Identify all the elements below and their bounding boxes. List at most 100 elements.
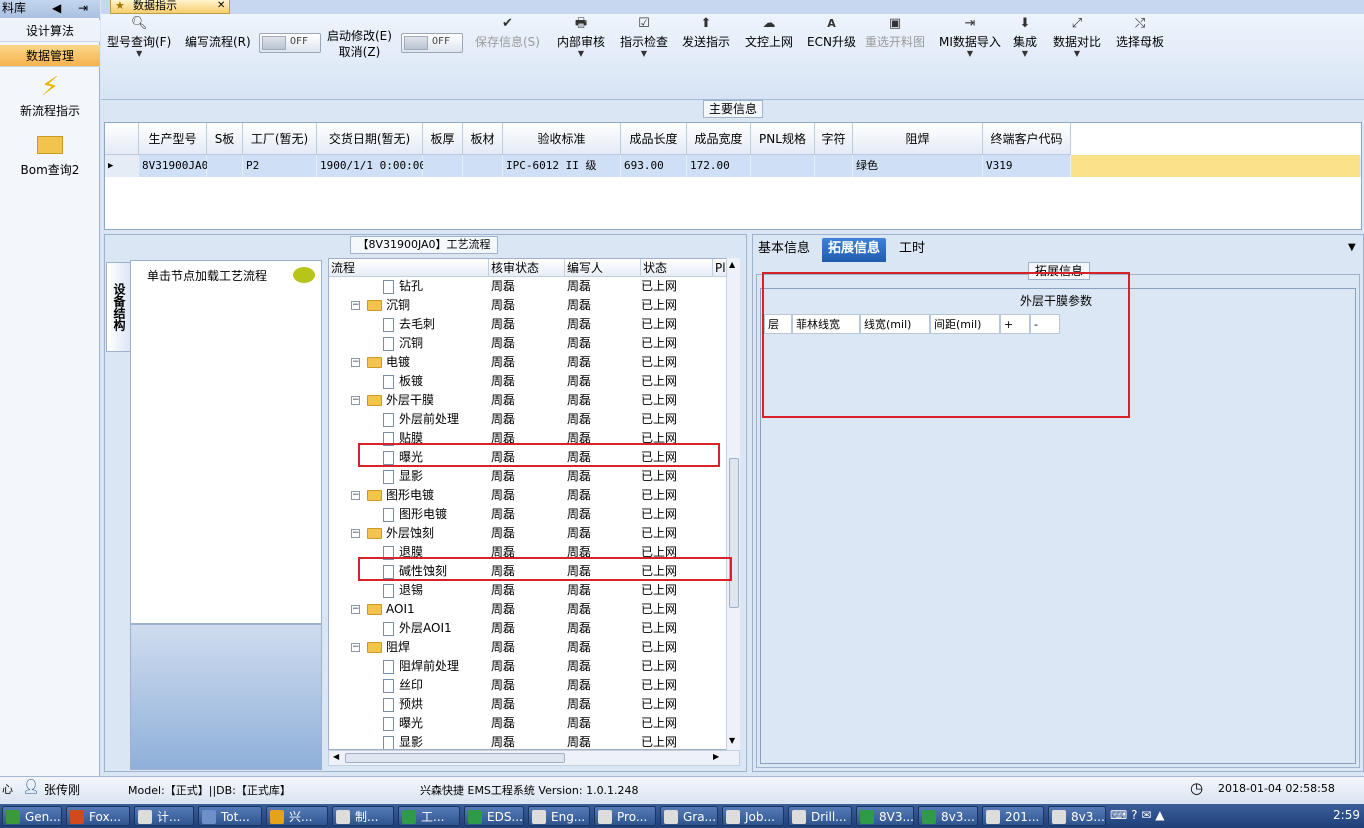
tree-row[interactable]: − 电镀 周磊 周磊 已上网 — [329, 353, 729, 372]
tree-cell-status[interactable]: 已上网 — [641, 676, 677, 695]
taskbar-button[interactable]: 8v3... — [918, 806, 978, 826]
tree-cell-review[interactable]: 周磊 — [491, 410, 515, 429]
tree-cell-status[interactable]: 已上网 — [641, 486, 677, 505]
tree-node[interactable]: 图形电镀 — [383, 505, 447, 524]
tree-cell-status[interactable]: 已上网 — [641, 524, 677, 543]
taskbar-button[interactable]: 计... — [134, 806, 194, 826]
tree-cell-review[interactable]: 周磊 — [491, 467, 515, 486]
tree-cell-review[interactable]: 周磊 — [491, 619, 515, 638]
taskbar-clock[interactable]: 2:59 — [1270, 808, 1360, 822]
tray-icons[interactable]: ⌨ ? ✉ ▲ — [1110, 808, 1164, 822]
tree-cell-writer[interactable]: 周磊 — [567, 391, 591, 410]
tree-row[interactable]: 曝光 周磊 周磊 已上网 — [329, 714, 729, 733]
tree-cell-writer[interactable]: 周磊 — [567, 410, 591, 429]
collapse-icon[interactable]: − — [351, 301, 360, 310]
column-header[interactable]: 流程 — [329, 259, 489, 277]
tree-cell-review[interactable]: 周磊 — [491, 448, 515, 467]
column-header[interactable]: 工厂(暂无) — [243, 123, 317, 155]
new-process-shortcut[interactable]: ⚡ 新流程指示 — [0, 72, 100, 119]
tree-cell-status[interactable]: 已上网 — [641, 353, 677, 372]
tree-cell-status[interactable]: 已上网 — [641, 391, 677, 410]
tree-cell-writer[interactable]: 周磊 — [567, 695, 591, 714]
taskbar-button[interactable]: EDS... — [464, 806, 524, 826]
taskbar-button[interactable]: Job... — [722, 806, 784, 826]
tree-cell-writer[interactable]: 周磊 — [567, 334, 591, 353]
tree-node[interactable]: 退膜 — [383, 543, 423, 562]
column-header[interactable]: S板 — [207, 123, 243, 155]
tree-cell-review[interactable]: 周磊 — [491, 334, 515, 353]
tree-cell-writer[interactable]: 周磊 — [567, 486, 591, 505]
tree-node[interactable]: 曝光 — [383, 448, 423, 467]
tree-cell-review[interactable]: 周磊 — [491, 277, 515, 296]
tree-cell-status[interactable]: 已上网 — [641, 714, 677, 733]
remove-row-button[interactable]: - — [1030, 314, 1060, 334]
ecn-upgrade-button[interactable]: A ECN升级 — [807, 14, 856, 50]
cell-model[interactable]: 8V31900JA0 — [139, 155, 208, 177]
taskbar-button[interactable]: Drill... — [788, 806, 852, 826]
tree-node[interactable]: 贴膜 — [383, 429, 423, 448]
tree-node[interactable]: 沉铜 — [383, 334, 423, 353]
instruction-check-button[interactable]: ☑ 指示检查 ▼ — [620, 14, 668, 58]
tree-cell-writer[interactable]: 周磊 — [567, 505, 591, 524]
tree-cell-status[interactable]: 已上网 — [641, 657, 677, 676]
taskbar-button[interactable]: Gra... — [660, 806, 718, 826]
tree-row[interactable]: 丝印 周磊 周磊 已上网 — [329, 676, 729, 695]
tree-node[interactable]: 丝印 — [383, 676, 423, 695]
tree-cell-writer[interactable]: 周磊 — [567, 657, 591, 676]
tree-row[interactable]: 显影 周磊 周磊 已上网 — [329, 467, 729, 486]
tree-cell-writer[interactable]: 周磊 — [567, 676, 591, 695]
tree-node[interactable]: − 外层蚀刻 — [351, 524, 434, 543]
tree-row[interactable]: 钻孔 周磊 周磊 已上网 — [329, 277, 729, 296]
taskbar-button[interactable]: 8V3... — [856, 806, 914, 826]
column-header[interactable]: 交货日期(暂无) — [317, 123, 423, 155]
tree-node[interactable]: 去毛刺 — [383, 315, 435, 334]
tree-cell-review[interactable]: 周磊 — [491, 676, 515, 695]
tree-cell-review[interactable]: 周磊 — [491, 486, 515, 505]
tree-cell-writer[interactable]: 周磊 — [567, 372, 591, 391]
panel-menu-icon[interactable]: ▼ — [1348, 242, 1356, 253]
tree-cell-writer[interactable]: 周磊 — [567, 524, 591, 543]
cell-s-board[interactable] — [207, 155, 243, 177]
tree-cell-writer[interactable]: 周磊 — [567, 600, 591, 619]
tree-row[interactable]: 显影 周磊 周磊 已上网 — [329, 733, 729, 749]
mi-data-import-button[interactable]: ⇥ MI数据导入 ▼ — [939, 14, 1001, 58]
tree-cell-writer[interactable]: 周磊 — [567, 315, 591, 334]
tree-row[interactable]: 板镀 周磊 周磊 已上网 — [329, 372, 729, 391]
internal-review-button[interactable]: 🖶 内部审核 ▼ — [557, 14, 605, 58]
add-row-button[interactable]: + — [1000, 314, 1030, 334]
cell-width[interactable]: 172.00 — [687, 155, 751, 177]
tree-cell-writer[interactable]: 周磊 — [567, 562, 591, 581]
tree-node[interactable]: − AOI1 — [351, 600, 415, 619]
tree-cell-status[interactable]: 已上网 — [641, 543, 677, 562]
tree-row[interactable]: − 阻焊 周磊 周磊 已上网 — [329, 638, 729, 657]
tree-row[interactable]: − 图形电镀 周磊 周磊 已上网 — [329, 486, 729, 505]
tree-cell-writer[interactable]: 周磊 — [567, 448, 591, 467]
column-header[interactable]: 板厚 — [423, 123, 463, 155]
tree-cell-review[interactable]: 周磊 — [491, 391, 515, 410]
tree-cell-writer[interactable]: 周磊 — [567, 296, 591, 315]
data-compare-button[interactable]: ⤢ 数据对比 ▼ — [1053, 14, 1101, 58]
tree-cell-status[interactable]: 已上网 — [641, 410, 677, 429]
taskbar-button[interactable]: 201... — [982, 806, 1044, 826]
taskbar-button[interactable]: 8v3... — [1048, 806, 1106, 826]
tree-row[interactable]: 图形电镀 周磊 周磊 已上网 — [329, 505, 729, 524]
column-header[interactable]: 菲林线宽 — [792, 314, 860, 334]
taskbar-button[interactable]: 工... — [398, 806, 460, 826]
column-header[interactable]: 核审状态 — [489, 259, 565, 277]
left-nav-item-data-management[interactable]: 数据管理 — [0, 45, 100, 67]
tree-cell-review[interactable]: 周磊 — [491, 600, 515, 619]
tree-node[interactable]: 退锡 — [383, 581, 423, 600]
taskbar-button[interactable]: 兴... — [266, 806, 328, 826]
tree-node[interactable]: 曝光 — [383, 714, 423, 733]
tree-cell-status[interactable]: 已上网 — [641, 695, 677, 714]
tab-work-hours[interactable]: 工时 — [893, 238, 931, 262]
column-header[interactable]: 验收标准 — [503, 123, 621, 155]
taskbar-button[interactable]: Fox... — [66, 806, 130, 826]
tree-cell-status[interactable]: 已上网 — [641, 733, 677, 749]
save-info-button[interactable]: ✔ 保存信息(S) — [475, 14, 540, 50]
tree-cell-status[interactable]: 已上网 — [641, 448, 677, 467]
tree-cell-writer[interactable]: 周磊 — [567, 733, 591, 749]
start-modify-button[interactable]: 启动修改(E) 取消(Z) — [327, 28, 392, 60]
integrate-button[interactable]: ⬇ 集成 ▼ — [1013, 14, 1037, 58]
tree-row[interactable]: 去毛刺 周磊 周磊 已上网 — [329, 315, 729, 334]
